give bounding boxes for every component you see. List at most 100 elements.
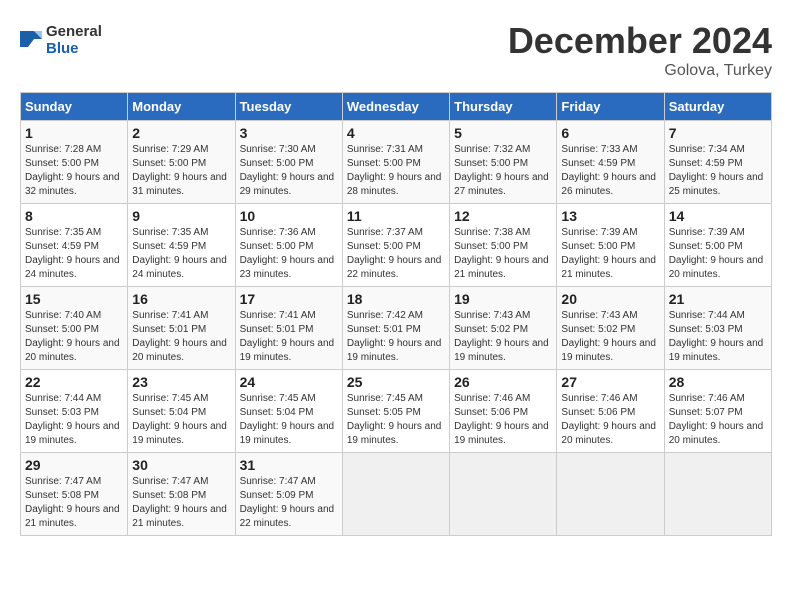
calendar-cell: 10 Sunrise: 7:36 AMSunset: 5:00 PMDayligh…	[235, 204, 342, 287]
days-of-week-row: SundayMondayTuesdayWednesdayThursdayFrid…	[21, 93, 772, 121]
calendar-cell: 31 Sunrise: 7:47 AMSunset: 5:09 PMDayligh…	[235, 453, 342, 536]
day-number: 5	[454, 125, 552, 141]
day-number: 3	[240, 125, 338, 141]
day-info: Sunrise: 7:44 AMSunset: 5:03 PMDaylight:…	[669, 309, 767, 365]
calendar-cell: 24 Sunrise: 7:45 AMSunset: 5:04 PMDayligh…	[235, 370, 342, 453]
day-number: 24	[240, 374, 338, 390]
day-info: Sunrise: 7:43 AMSunset: 5:02 PMDaylight:…	[561, 309, 659, 365]
day-info: Sunrise: 7:43 AMSunset: 5:02 PMDaylight:…	[454, 309, 552, 365]
calendar-cell: 19 Sunrise: 7:43 AMSunset: 5:02 PMDayligh…	[450, 287, 557, 370]
day-info: Sunrise: 7:34 AMSunset: 4:59 PMDaylight:…	[669, 143, 767, 199]
calendar-cell: 29 Sunrise: 7:47 AMSunset: 5:08 PMDayligh…	[21, 453, 128, 536]
calendar-cell: 20 Sunrise: 7:43 AMSunset: 5:02 PMDayligh…	[557, 287, 664, 370]
calendar-cell	[450, 453, 557, 536]
calendar-cell: 26Sunrise: 7:46 AMSunset: 5:06 PMDayligh…	[450, 370, 557, 453]
dow-header-friday: Friday	[557, 93, 664, 121]
day-number: 13	[561, 208, 659, 224]
calendar-week-4: 22Sunrise: 7:44 AMSunset: 5:03 PMDayligh…	[21, 370, 772, 453]
day-info: Sunrise: 7:46 AMSunset: 5:07 PMDaylight:…	[669, 392, 767, 448]
day-info: Sunrise: 7:39 AMSunset: 5:00 PMDaylight:…	[669, 226, 767, 282]
logo-blue-text: Blue	[46, 41, 102, 58]
day-info: Sunrise: 7:44 AMSunset: 5:03 PMDaylight:…	[25, 392, 123, 448]
calendar-cell: 1Sunrise: 7:28 AMSunset: 5:00 PMDaylight…	[21, 121, 128, 204]
calendar-cell: 11 Sunrise: 7:37 AMSunset: 5:00 PMDayligh…	[342, 204, 449, 287]
day-number: 10	[240, 208, 338, 224]
day-info: Sunrise: 7:45 AMSunset: 5:05 PMDaylight:…	[347, 392, 445, 448]
calendar-cell: 6Sunrise: 7:33 AMSunset: 4:59 PMDaylight…	[557, 121, 664, 204]
calendar-cell	[557, 453, 664, 536]
calendar-cell: 28 Sunrise: 7:46 AMSunset: 5:07 PMDayligh…	[664, 370, 771, 453]
day-info: Sunrise: 7:37 AMSunset: 5:00 PMDaylight:…	[347, 226, 445, 282]
calendar-cell: 2Sunrise: 7:29 AMSunset: 5:00 PMDaylight…	[128, 121, 235, 204]
day-number: 16	[132, 291, 230, 307]
day-info: Sunrise: 7:45 AMSunset: 5:04 PMDaylight:…	[132, 392, 230, 448]
location-subtitle: Golova, Turkey	[508, 62, 772, 80]
day-info: Sunrise: 7:46 AMSunset: 5:06 PMDaylight:…	[454, 392, 552, 448]
dow-header-wednesday: Wednesday	[342, 93, 449, 121]
dow-header-thursday: Thursday	[450, 93, 557, 121]
calendar-body: 1Sunrise: 7:28 AMSunset: 5:00 PMDaylight…	[21, 121, 772, 536]
day-number: 11	[347, 208, 445, 224]
calendar-cell	[664, 453, 771, 536]
calendar-cell: 3 Sunrise: 7:30 AMSunset: 5:00 PMDaylight…	[235, 121, 342, 204]
logo-general-text: General	[46, 24, 102, 41]
calendar-cell: 23Sunrise: 7:45 AMSunset: 5:04 PMDayligh…	[128, 370, 235, 453]
day-number: 27	[561, 374, 659, 390]
calendar-cell: 13 Sunrise: 7:39 AMSunset: 5:00 PMDayligh…	[557, 204, 664, 287]
calendar-cell: 17 Sunrise: 7:41 AMSunset: 5:01 PMDayligh…	[235, 287, 342, 370]
dow-header-sunday: Sunday	[21, 93, 128, 121]
day-number: 4	[347, 125, 445, 141]
calendar-week-3: 15Sunrise: 7:40 AMSunset: 5:00 PMDayligh…	[21, 287, 772, 370]
day-number: 21	[669, 291, 767, 307]
calendar-week-2: 8Sunrise: 7:35 AMSunset: 4:59 PMDaylight…	[21, 204, 772, 287]
day-number: 28	[669, 374, 767, 390]
day-info: Sunrise: 7:41 AMSunset: 5:01 PMDaylight:…	[240, 309, 338, 365]
day-info: Sunrise: 7:41 AMSunset: 5:01 PMDaylight:…	[132, 309, 230, 365]
dow-header-monday: Monday	[128, 93, 235, 121]
day-number: 6	[561, 125, 659, 141]
day-info: Sunrise: 7:45 AMSunset: 5:04 PMDaylight:…	[240, 392, 338, 448]
day-number: 25	[347, 374, 445, 390]
day-number: 19	[454, 291, 552, 307]
day-number: 7	[669, 125, 767, 141]
day-info: Sunrise: 7:29 AMSunset: 5:00 PMDaylight:…	[132, 143, 230, 199]
calendar-cell: 8Sunrise: 7:35 AMSunset: 4:59 PMDaylight…	[21, 204, 128, 287]
calendar-cell: 15Sunrise: 7:40 AMSunset: 5:00 PMDayligh…	[21, 287, 128, 370]
calendar-table: SundayMondayTuesdayWednesdayThursdayFrid…	[20, 92, 772, 536]
day-number: 17	[240, 291, 338, 307]
day-number: 15	[25, 291, 123, 307]
calendar-cell: 30Sunrise: 7:47 AMSunset: 5:08 PMDayligh…	[128, 453, 235, 536]
calendar-cell: 5Sunrise: 7:32 AMSunset: 5:00 PMDaylight…	[450, 121, 557, 204]
day-number: 14	[669, 208, 767, 224]
calendar-cell: 9Sunrise: 7:35 AMSunset: 4:59 PMDaylight…	[128, 204, 235, 287]
day-info: Sunrise: 7:42 AMSunset: 5:01 PMDaylight:…	[347, 309, 445, 365]
day-info: Sunrise: 7:30 AMSunset: 5:00 PMDaylight:…	[240, 143, 338, 199]
day-info: Sunrise: 7:39 AMSunset: 5:00 PMDaylight:…	[561, 226, 659, 282]
month-title: December 2024	[508, 20, 772, 62]
day-info: Sunrise: 7:31 AMSunset: 5:00 PMDaylight:…	[347, 143, 445, 199]
logo-bird-icon	[20, 27, 42, 55]
dow-header-saturday: Saturday	[664, 93, 771, 121]
day-number: 9	[132, 208, 230, 224]
page-header: General Blue December 2024 Golova, Turke…	[20, 20, 772, 80]
calendar-cell: 14 Sunrise: 7:39 AMSunset: 5:00 PMDayligh…	[664, 204, 771, 287]
day-number: 18	[347, 291, 445, 307]
day-info: Sunrise: 7:28 AMSunset: 5:00 PMDaylight:…	[25, 143, 123, 199]
calendar-cell: 4 Sunrise: 7:31 AMSunset: 5:00 PMDaylight…	[342, 121, 449, 204]
day-number: 20	[561, 291, 659, 307]
day-info: Sunrise: 7:35 AMSunset: 4:59 PMDaylight:…	[25, 226, 123, 282]
calendar-cell: 16 Sunrise: 7:41 AMSunset: 5:01 PMDayligh…	[128, 287, 235, 370]
day-info: Sunrise: 7:47 AMSunset: 5:08 PMDaylight:…	[25, 475, 123, 531]
day-number: 12	[454, 208, 552, 224]
day-info: Sunrise: 7:47 AMSunset: 5:09 PMDaylight:…	[240, 475, 338, 531]
calendar-cell: 7 Sunrise: 7:34 AMSunset: 4:59 PMDaylight…	[664, 121, 771, 204]
day-number: 30	[132, 457, 230, 473]
title-block: December 2024 Golova, Turkey	[508, 20, 772, 80]
day-number: 29	[25, 457, 123, 473]
calendar-cell: 22Sunrise: 7:44 AMSunset: 5:03 PMDayligh…	[21, 370, 128, 453]
day-number: 31	[240, 457, 338, 473]
calendar-cell	[342, 453, 449, 536]
day-info: Sunrise: 7:38 AMSunset: 5:00 PMDaylight:…	[454, 226, 552, 282]
calendar-week-1: 1Sunrise: 7:28 AMSunset: 5:00 PMDaylight…	[21, 121, 772, 204]
day-info: Sunrise: 7:36 AMSunset: 5:00 PMDaylight:…	[240, 226, 338, 282]
